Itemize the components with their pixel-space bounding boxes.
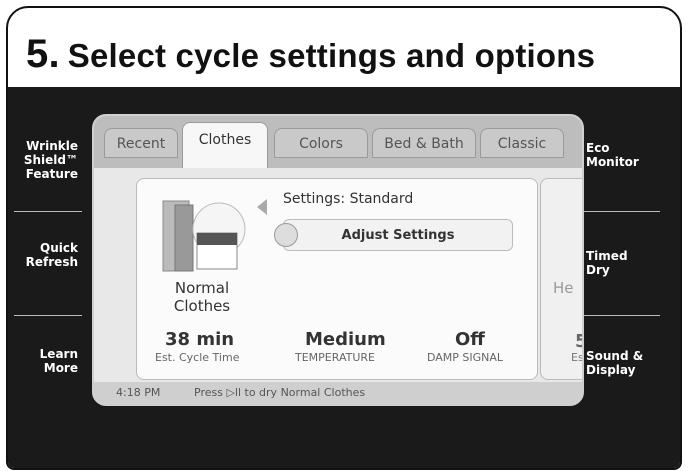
step-number: 5. — [26, 32, 60, 76]
temperature-value: Medium — [305, 329, 386, 350]
knob-icon — [274, 223, 298, 247]
divider — [14, 211, 82, 212]
adjust-settings-label: Adjust Settings — [341, 228, 455, 243]
clock: 4:18 PM — [116, 386, 161, 399]
settings-title: Settings: Standard — [283, 191, 414, 207]
tab-classic[interactable]: Classic — [480, 128, 564, 158]
temperature-label: TEMPERATURE — [295, 351, 375, 364]
tab-bed-bath[interactable]: Bed & Bath — [372, 128, 476, 158]
next-cycle-time: 5 — [575, 331, 582, 352]
quick-refresh-button[interactable]: Quick Refresh — [18, 241, 78, 269]
step-heading: 5. Select cycle settings and options — [26, 32, 595, 77]
next-cycle-card[interactable]: He 5 Est — [540, 178, 584, 380]
timed-dry-button[interactable]: Timed Dry — [586, 249, 666, 277]
tab-colors[interactable]: Colors — [274, 128, 368, 158]
divider — [580, 211, 660, 212]
cycle-time-value: 38 min — [165, 329, 235, 350]
next-cycle-name: He — [553, 279, 574, 297]
eco-monitor-button[interactable]: Eco Monitor — [586, 141, 666, 169]
wrinkle-shield-button[interactable]: Wrinkle Shield™ Feature — [18, 139, 78, 181]
cycle-time-label: Est. Cycle Time — [155, 351, 240, 364]
learn-more-button[interactable]: Learn More — [18, 347, 78, 375]
next-cycle-time-label: Est — [571, 351, 584, 364]
divider — [580, 315, 660, 316]
step-title: Select cycle settings and options — [67, 37, 596, 74]
cycle-card[interactable]: Normal Clothes Settings: Standard Adjust… — [136, 178, 538, 380]
tab-clothes[interactable]: Clothes — [182, 122, 268, 168]
adjust-settings-button[interactable]: Adjust Settings — [274, 219, 513, 251]
status-bar: 4:18 PM Press ▷ll to dry Normal Clothes — [94, 382, 582, 404]
tab-recent[interactable]: Recent — [104, 128, 178, 158]
damp-signal-value: Off — [455, 329, 485, 350]
status-message: Press ▷ll to dry Normal Clothes — [194, 386, 366, 399]
divider — [14, 315, 82, 316]
clothes-icon — [162, 200, 246, 272]
tab-bar: Recent Clothes Colors Bed & Bath Classic — [94, 116, 582, 168]
touch-screen: Recent Clothes Colors Bed & Bath Classic… — [92, 114, 584, 406]
instruction-frame: 5. Select cycle settings and options Wrin… — [6, 6, 682, 470]
cycle-name: Normal Clothes — [173, 279, 231, 315]
previous-arrow-icon[interactable] — [257, 199, 267, 215]
sound-display-button[interactable]: Sound & Display — [586, 349, 666, 377]
damp-signal-label: DAMP SIGNAL — [427, 351, 504, 364]
